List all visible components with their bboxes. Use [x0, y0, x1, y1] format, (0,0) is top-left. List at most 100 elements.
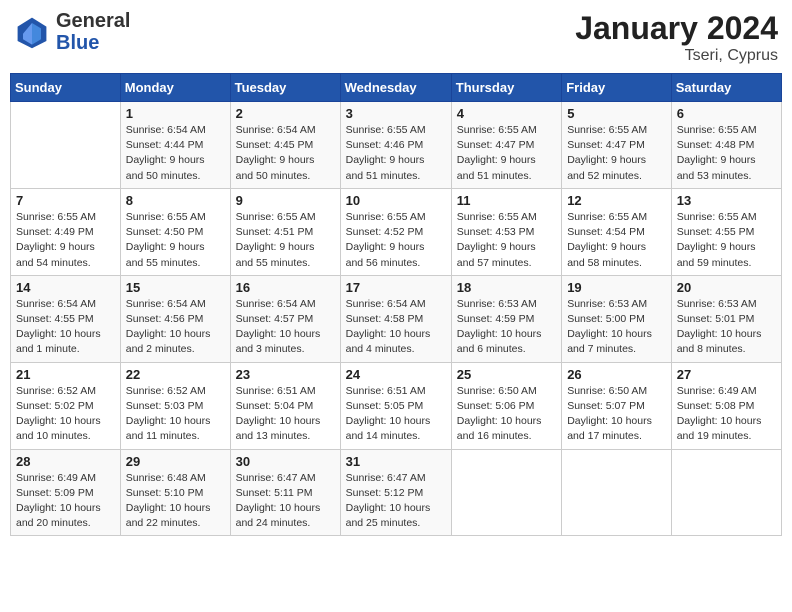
weekday-header-row: SundayMondayTuesdayWednesdayThursdayFrid…	[11, 74, 782, 102]
weekday-header-saturday: Saturday	[671, 74, 781, 102]
day-number: 8	[126, 193, 225, 208]
day-info: Sunrise: 6:53 AMSunset: 5:01 PMDaylight:…	[677, 297, 776, 358]
calendar-cell: 2Sunrise: 6:54 AMSunset: 4:45 PMDaylight…	[230, 102, 340, 189]
day-number: 15	[126, 280, 225, 295]
calendar-cell: 26 Sunrise: 6:50 AMSunset: 5:07 PMDayligh…	[562, 362, 672, 449]
day-info: Sunrise: 6:53 AMSunset: 4:59 PMDaylight:…	[457, 297, 556, 358]
day-number: 22	[126, 367, 225, 382]
day-info: Sunrise: 6:54 AMSunset: 4:57 PMDaylight:…	[236, 297, 335, 358]
day-info: Sunrise: 6:55 AMSunset: 4:47 PMDaylight:…	[457, 123, 556, 184]
calendar-week-row: 7 Sunrise: 6:55 AMSunset: 4:49 PMDaylight…	[11, 188, 782, 275]
calendar-week-row: 14 Sunrise: 6:54 AMSunset: 4:55 PMDayligh…	[11, 275, 782, 362]
day-number: 5	[567, 106, 666, 121]
day-info: Sunrise: 6:54 AMSunset: 4:44 PMDaylight:…	[126, 123, 225, 184]
day-number: 18	[457, 280, 556, 295]
location-title: Tseri, Cyprus	[575, 47, 778, 65]
day-number: 31	[346, 454, 446, 469]
calendar-cell: 31Sunrise: 6:47 AMSunset: 5:12 PMDayligh…	[340, 449, 451, 536]
logo-blue-text: Blue	[56, 32, 99, 54]
calendar-cell: 7 Sunrise: 6:55 AMSunset: 4:49 PMDaylight…	[11, 188, 121, 275]
calendar-cell: 25 Sunrise: 6:50 AMSunset: 5:06 PMDayligh…	[451, 362, 561, 449]
calendar-cell: 6 Sunrise: 6:55 AMSunset: 4:48 PMDaylight…	[671, 102, 781, 189]
logo: General Blue	[14, 10, 130, 54]
day-number: 23	[236, 367, 335, 382]
day-number: 4	[457, 106, 556, 121]
day-number: 21	[16, 367, 115, 382]
calendar-cell: 20 Sunrise: 6:53 AMSunset: 5:01 PMDayligh…	[671, 275, 781, 362]
calendar-cell: 24Sunrise: 6:51 AMSunset: 5:05 PMDayligh…	[340, 362, 451, 449]
calendar-cell	[11, 102, 121, 189]
calendar-cell: 1 Sunrise: 6:54 AMSunset: 4:44 PMDaylight…	[120, 102, 230, 189]
day-info: Sunrise: 6:49 AMSunset: 5:08 PMDaylight:…	[677, 384, 776, 445]
day-info: Sunrise: 6:54 AMSunset: 4:58 PMDaylight:…	[346, 297, 446, 358]
page-header: General Blue January 2024 Tseri, Cyprus	[10, 10, 782, 65]
day-number: 17	[346, 280, 446, 295]
day-info: Sunrise: 6:55 AMSunset: 4:55 PMDaylight:…	[677, 210, 776, 271]
day-number: 13	[677, 193, 776, 208]
day-info: Sunrise: 6:50 AMSunset: 5:07 PMDaylight:…	[567, 384, 666, 445]
calendar-cell	[562, 449, 672, 536]
day-number: 11	[457, 193, 556, 208]
day-info: Sunrise: 6:52 AMSunset: 5:03 PMDaylight:…	[126, 384, 225, 445]
weekday-header-friday: Friday	[562, 74, 672, 102]
calendar-cell: 29Sunrise: 6:48 AMSunset: 5:10 PMDayligh…	[120, 449, 230, 536]
day-info: Sunrise: 6:52 AMSunset: 5:02 PMDaylight:…	[16, 384, 115, 445]
day-number: 6	[677, 106, 776, 121]
day-number: 28	[16, 454, 115, 469]
day-info: Sunrise: 6:55 AMSunset: 4:50 PMDaylight:…	[126, 210, 225, 271]
day-info: Sunrise: 6:55 AMSunset: 4:48 PMDaylight:…	[677, 123, 776, 184]
day-number: 20	[677, 280, 776, 295]
weekday-header-wednesday: Wednesday	[340, 74, 451, 102]
calendar-cell: 14 Sunrise: 6:54 AMSunset: 4:55 PMDayligh…	[11, 275, 121, 362]
day-info: Sunrise: 6:50 AMSunset: 5:06 PMDaylight:…	[457, 384, 556, 445]
day-info: Sunrise: 6:53 AMSunset: 5:00 PMDaylight:…	[567, 297, 666, 358]
calendar-cell: 18 Sunrise: 6:53 AMSunset: 4:59 PMDayligh…	[451, 275, 561, 362]
day-info: Sunrise: 6:55 AMSunset: 4:49 PMDaylight:…	[16, 210, 115, 271]
day-info: Sunrise: 6:55 AMSunset: 4:54 PMDaylight:…	[567, 210, 666, 271]
day-number: 9	[236, 193, 335, 208]
day-number: 29	[126, 454, 225, 469]
calendar-week-row: 28 Sunrise: 6:49 AMSunset: 5:09 PMDayligh…	[11, 449, 782, 536]
day-info: Sunrise: 6:49 AMSunset: 5:09 PMDaylight:…	[16, 471, 115, 532]
weekday-header-tuesday: Tuesday	[230, 74, 340, 102]
day-info: Sunrise: 6:55 AMSunset: 4:46 PMDaylight:…	[346, 123, 446, 184]
calendar-cell: 12 Sunrise: 6:55 AMSunset: 4:54 PMDayligh…	[562, 188, 672, 275]
calendar-header: SundayMondayTuesdayWednesdayThursdayFrid…	[11, 74, 782, 102]
calendar-cell: 3 Sunrise: 6:55 AMSunset: 4:46 PMDaylight…	[340, 102, 451, 189]
calendar-table: SundayMondayTuesdayWednesdayThursdayFrid…	[10, 73, 782, 536]
day-info: Sunrise: 6:54 AMSunset: 4:55 PMDaylight:…	[16, 297, 115, 358]
calendar-week-row: 1 Sunrise: 6:54 AMSunset: 4:44 PMDaylight…	[11, 102, 782, 189]
calendar-cell: 17 Sunrise: 6:54 AMSunset: 4:58 PMDayligh…	[340, 275, 451, 362]
day-number: 25	[457, 367, 556, 382]
calendar-cell: 9Sunrise: 6:55 AMSunset: 4:51 PMDaylight…	[230, 188, 340, 275]
day-number: 16	[236, 280, 335, 295]
day-number: 12	[567, 193, 666, 208]
day-info: Sunrise: 6:54 AMSunset: 4:56 PMDaylight:…	[126, 297, 225, 358]
day-info: Sunrise: 6:55 AMSunset: 4:53 PMDaylight:…	[457, 210, 556, 271]
day-number: 24	[346, 367, 446, 382]
day-number: 3	[346, 106, 446, 121]
day-number: 26	[567, 367, 666, 382]
calendar-cell: 30Sunrise: 6:47 AMSunset: 5:11 PMDayligh…	[230, 449, 340, 536]
day-number: 1	[126, 106, 225, 121]
logo-icon	[14, 14, 50, 50]
weekday-header-sunday: Sunday	[11, 74, 121, 102]
calendar-cell: 22 Sunrise: 6:52 AMSunset: 5:03 PMDayligh…	[120, 362, 230, 449]
month-title: January 2024	[575, 10, 778, 47]
calendar-cell: 23 Sunrise: 6:51 AMSunset: 5:04 PMDayligh…	[230, 362, 340, 449]
calendar-cell: 5 Sunrise: 6:55 AMSunset: 4:47 PMDaylight…	[562, 102, 672, 189]
title-block: January 2024 Tseri, Cyprus	[575, 10, 778, 65]
day-number: 27	[677, 367, 776, 382]
day-info: Sunrise: 6:51 AMSunset: 5:04 PMDaylight:…	[236, 384, 335, 445]
calendar-cell: 21 Sunrise: 6:52 AMSunset: 5:02 PMDayligh…	[11, 362, 121, 449]
day-number: 14	[16, 280, 115, 295]
weekday-header-monday: Monday	[120, 74, 230, 102]
calendar-week-row: 21 Sunrise: 6:52 AMSunset: 5:02 PMDayligh…	[11, 362, 782, 449]
calendar-body: 1 Sunrise: 6:54 AMSunset: 4:44 PMDaylight…	[11, 102, 782, 536]
day-number: 7	[16, 193, 115, 208]
calendar-cell	[671, 449, 781, 536]
calendar-cell: 11 Sunrise: 6:55 AMSunset: 4:53 PMDayligh…	[451, 188, 561, 275]
calendar-cell: 28 Sunrise: 6:49 AMSunset: 5:09 PMDayligh…	[11, 449, 121, 536]
day-info: Sunrise: 6:55 AMSunset: 4:47 PMDaylight:…	[567, 123, 666, 184]
calendar-cell: 16 Sunrise: 6:54 AMSunset: 4:57 PMDayligh…	[230, 275, 340, 362]
